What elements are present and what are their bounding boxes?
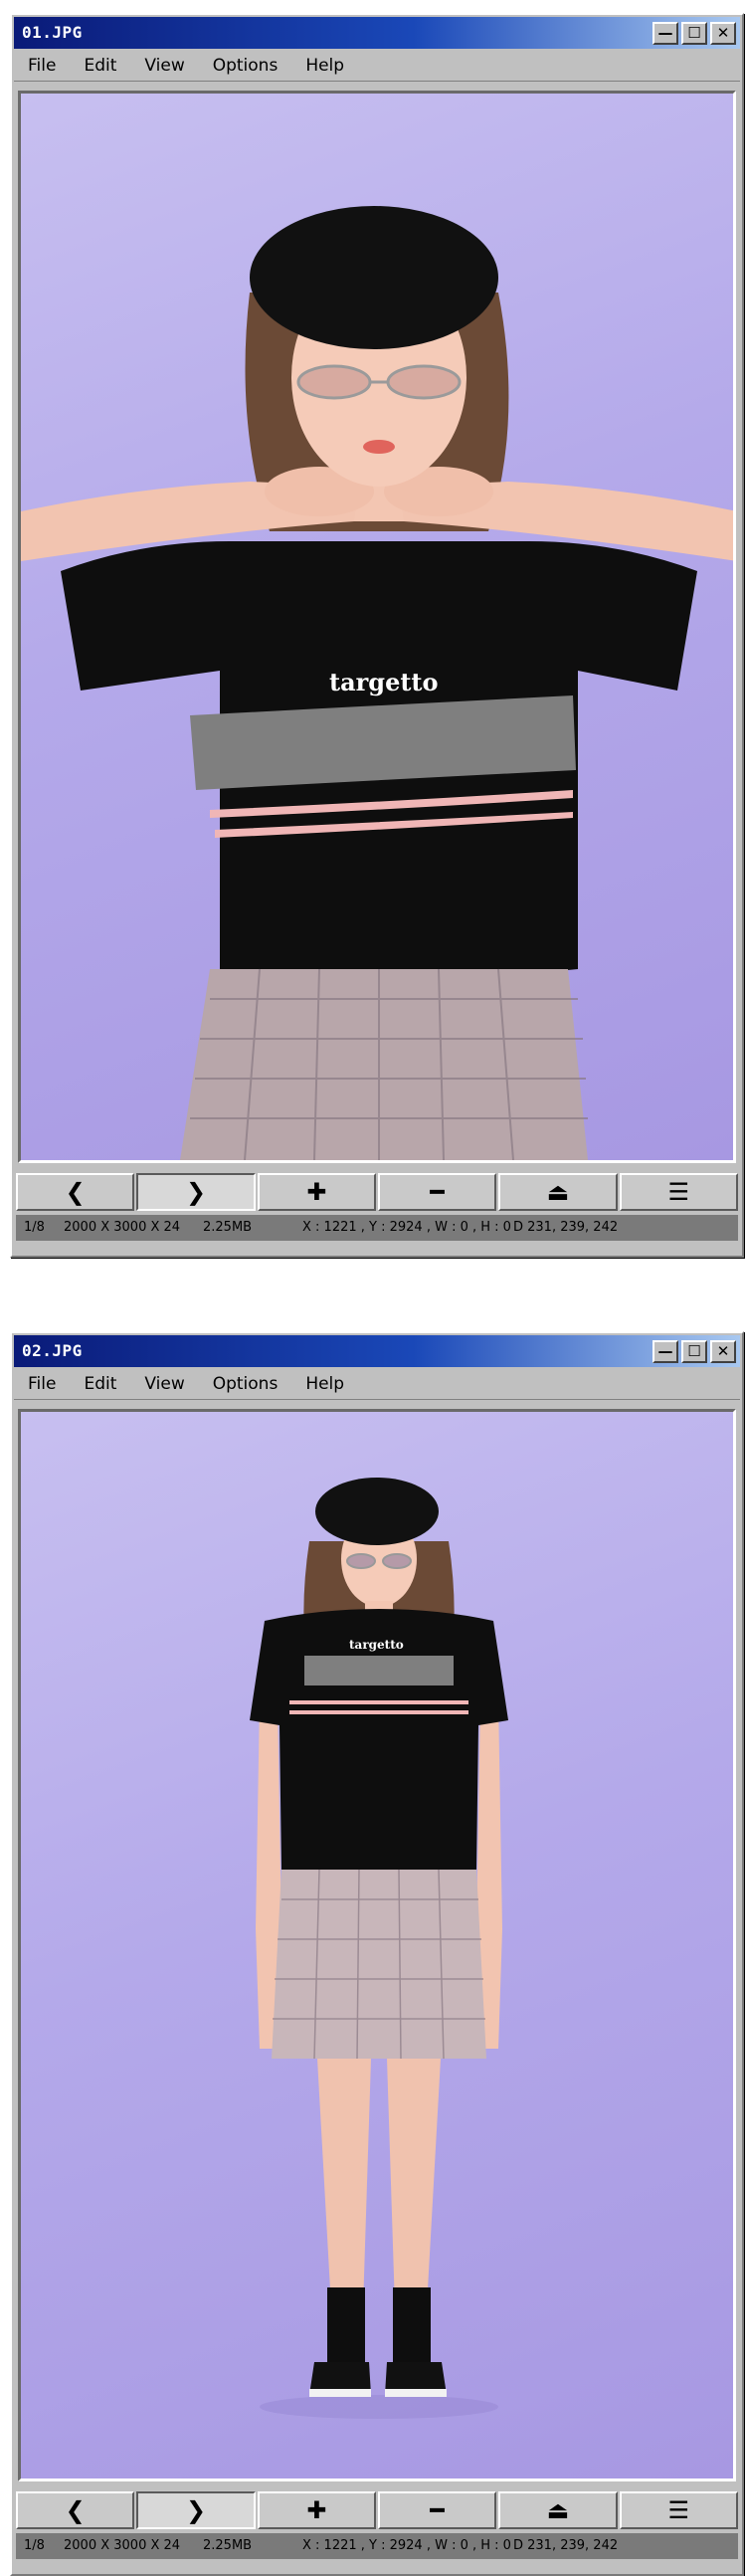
minimize-button[interactable]: — <box>653 22 678 45</box>
next-button[interactable]: ❯ <box>136 1173 256 1211</box>
status-file-size: 2.25MB <box>203 2538 253 2553</box>
menu-view[interactable]: View <box>144 56 184 76</box>
maximize-icon: ☐ <box>687 24 701 42</box>
status-color: D 231, 239, 242 <box>513 2538 619 2553</box>
status-bar: 1/8 2000 X 3000 X 24 2.25MB X : 1221 , Y… <box>16 2533 738 2559</box>
minus-icon: ━ <box>430 1178 445 1206</box>
close-icon: ✕ <box>716 1342 730 1360</box>
hamburger-icon: ☰ <box>667 1178 690 1206</box>
image-viewport[interactable]: targetto <box>18 1409 736 2481</box>
zoom-in-button[interactable]: ✚ <box>257 2491 376 2529</box>
menu-options[interactable]: Options <box>213 1374 279 1394</box>
status-bar: 1/8 2000 X 3000 X 24 2.25MB X : 1221 , Y… <box>16 1215 738 1241</box>
minus-icon: ━ <box>430 2496 445 2524</box>
zoom-out-button[interactable]: ━ <box>377 2491 497 2529</box>
menu-button[interactable]: ☰ <box>619 2491 738 2529</box>
plus-icon: ✚ <box>306 1178 327 1206</box>
prev-button[interactable]: ❮ <box>16 1173 135 1211</box>
chevron-right-icon: ❯ <box>185 1178 207 1206</box>
status-coordinates: X : 1221 , Y : 2924 , W : 0 , H : 0 <box>302 1220 511 1235</box>
zoom-in-button[interactable]: ✚ <box>257 1173 376 1211</box>
close-button[interactable]: ✕ <box>710 1340 736 1363</box>
hamburger-icon: ☰ <box>667 2496 690 2524</box>
eject-icon: ⏏ <box>546 2496 570 2524</box>
prev-button[interactable]: ❮ <box>16 2491 135 2529</box>
chevron-left-icon: ❮ <box>65 2496 86 2524</box>
minimize-button[interactable]: — <box>653 1340 678 1363</box>
title-bar[interactable]: 02.JPG — ☐ ✕ <box>14 1335 740 1367</box>
status-page: 1/8 <box>24 1220 45 1235</box>
menu-help[interactable]: Help <box>305 56 344 76</box>
status-dimensions: 2000 X 3000 X 24 <box>64 2538 181 2553</box>
menu-bar: File Edit View Options Help <box>14 51 740 82</box>
image-viewer-window-2: 02.JPG — ☐ ✕ File Edit View Options Help <box>10 1331 744 2576</box>
status-color: D 231, 239, 242 <box>513 1220 619 1235</box>
toolbar: ❮ ❯ ✚ ━ ⏏ ☰ <box>16 2491 738 2529</box>
minimize-icon: — <box>657 24 673 42</box>
window-title: 01.JPG <box>22 23 83 42</box>
image-viewer-window-1: 01.JPG — ☐ ✕ File Edit View Options Help <box>10 13 744 1258</box>
menu-view[interactable]: View <box>144 1374 184 1394</box>
status-page: 1/8 <box>24 2538 45 2553</box>
status-file-size: 2.25MB <box>203 1220 253 1235</box>
menu-button[interactable]: ☰ <box>619 1173 738 1211</box>
menu-help[interactable]: Help <box>305 1374 344 1394</box>
chevron-left-icon: ❮ <box>65 1178 86 1206</box>
maximize-icon: ☐ <box>687 1342 701 1360</box>
menu-bar: File Edit View Options Help <box>14 1369 740 1400</box>
status-dimensions: 2000 X 3000 X 24 <box>64 1220 181 1235</box>
menu-edit[interactable]: Edit <box>84 56 116 76</box>
plus-icon: ✚ <box>306 2496 327 2524</box>
eject-button[interactable]: ⏏ <box>498 1173 618 1211</box>
menu-file[interactable]: File <box>28 56 56 76</box>
photo-closeup: targetto <box>21 206 733 1160</box>
menu-edit[interactable]: Edit <box>84 1374 116 1394</box>
window-title: 02.JPG <box>22 1341 83 1360</box>
chevron-right-icon: ❯ <box>185 2496 207 2524</box>
image-viewport[interactable]: targetto <box>18 91 736 1163</box>
menu-options[interactable]: Options <box>213 56 279 76</box>
close-icon: ✕ <box>716 24 730 42</box>
toolbar: ❮ ❯ ✚ ━ ⏏ ☰ <box>16 1173 738 1211</box>
sweater-logo: targetto <box>329 668 439 696</box>
title-bar[interactable]: 01.JPG — ☐ ✕ <box>14 17 740 49</box>
menu-file[interactable]: File <box>28 1374 56 1394</box>
maximize-button[interactable]: ☐ <box>681 22 707 45</box>
zoom-out-button[interactable]: ━ <box>377 1173 497 1211</box>
next-button[interactable]: ❯ <box>136 2491 256 2529</box>
maximize-button[interactable]: ☐ <box>681 1340 707 1363</box>
sweater-logo: targetto <box>349 1638 404 1652</box>
eject-icon: ⏏ <box>546 1178 570 1206</box>
minimize-icon: — <box>657 1342 673 1360</box>
photo-fullbody: targetto <box>250 1478 508 2419</box>
status-coordinates: X : 1221 , Y : 2924 , W : 0 , H : 0 <box>302 2538 511 2553</box>
eject-button[interactable]: ⏏ <box>498 2491 618 2529</box>
close-button[interactable]: ✕ <box>710 22 736 45</box>
